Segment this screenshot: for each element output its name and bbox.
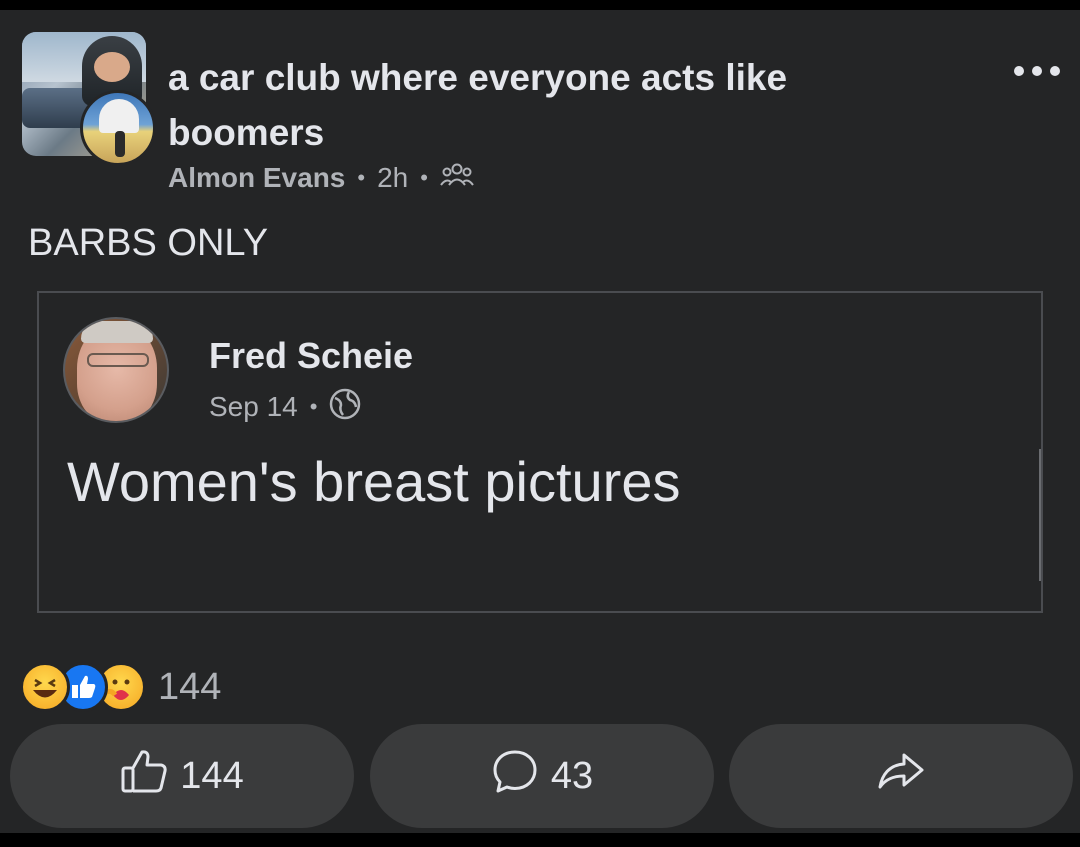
more-icon <box>1014 66 1060 76</box>
group-name[interactable]: a car club where everyone acts like boom… <box>168 50 948 160</box>
reactions-summary[interactable]: 144 <box>20 662 221 712</box>
reaction-count: 144 <box>158 665 222 708</box>
shared-post-card[interactable]: Fred Scheie Sep 14 • Women's breast pict… <box>37 291 1043 613</box>
haha-reaction-icon <box>20 662 70 712</box>
author-name[interactable]: Almon Evans <box>168 162 345 194</box>
like-count: 144 <box>180 754 244 797</box>
comment-count: 43 <box>550 754 594 797</box>
scrollbar <box>1039 449 1041 581</box>
separator-dot: • <box>309 394 318 419</box>
author-avatar[interactable] <box>80 90 156 166</box>
shared-post-text: Women's breast pictures <box>67 450 681 513</box>
shared-date[interactable]: Sep 14 <box>209 391 298 423</box>
share-icon <box>876 751 926 801</box>
share-button[interactable] <box>729 724 1073 828</box>
nav-bar-edge <box>0 833 1080 847</box>
more-options-button[interactable] <box>1010 58 1064 84</box>
status-bar-edge <box>0 0 1080 10</box>
like-button[interactable]: 144 <box>10 724 354 828</box>
shared-author-name[interactable]: Fred Scheie <box>209 335 413 377</box>
comment-button[interactable]: 43 <box>370 724 714 828</box>
post-time[interactable]: 2h <box>377 162 408 194</box>
separator-dot: • <box>420 165 428 190</box>
comment-icon <box>491 748 539 804</box>
post-meta: Almon Evans • 2h • <box>168 158 474 198</box>
separator-dot: • <box>357 165 366 190</box>
group-audience-icon <box>440 161 474 196</box>
shared-author-avatar[interactable] <box>63 317 169 423</box>
thumbs-up-icon <box>120 748 168 804</box>
shared-meta: Sep 14 • <box>209 388 361 427</box>
post-text: BARBS ONLY <box>28 222 269 264</box>
globe-icon <box>329 388 361 427</box>
